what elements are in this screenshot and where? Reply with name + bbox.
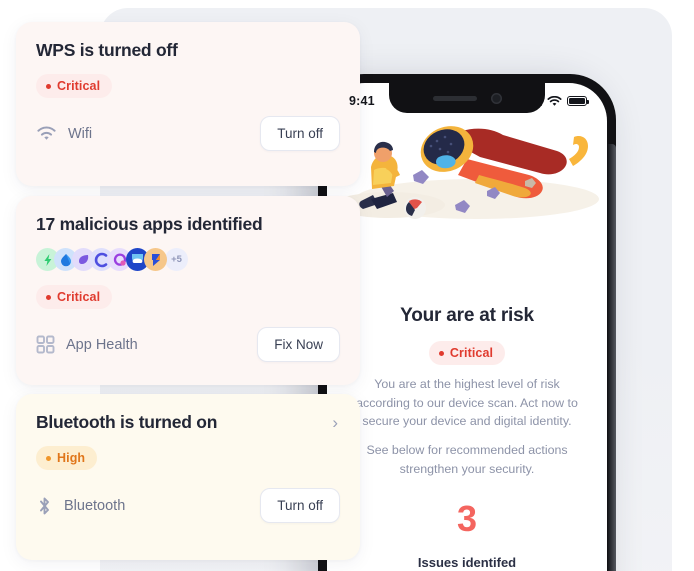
badge-dot-icon: [46, 294, 51, 300]
app-icon-overflow-count: +5: [165, 248, 188, 271]
wifi-icon: [36, 126, 57, 142]
turn-off-button[interactable]: Turn off: [260, 116, 340, 151]
card-footer: Wifi Turn off: [36, 116, 340, 151]
status-badge-critical: Critical: [36, 285, 113, 309]
status-badge-high: High: [36, 446, 98, 470]
risk-badge-container: Critical: [327, 341, 607, 365]
card-title: Bluetooth is turned on: [36, 412, 218, 432]
phone-screen: 9:41 Your are at risk Critical You are a…: [327, 83, 607, 571]
card-source: Wifi: [36, 126, 92, 142]
badge-label: Critical: [57, 290, 101, 304]
badge-label: High: [57, 451, 86, 465]
card-source: Bluetooth: [36, 496, 125, 516]
status-badge-critical: Critical: [428, 341, 506, 365]
card-title: 17 malicious apps identified: [36, 214, 263, 234]
bluetooth-icon: [36, 496, 53, 516]
card-footer: Bluetooth Turn off: [36, 488, 340, 523]
status-badge-critical: Critical: [36, 74, 113, 98]
card-source: App Health: [36, 335, 138, 354]
front-camera-icon: [490, 92, 502, 104]
card-header: WPS is turned off: [36, 40, 340, 74]
phone-notch: [389, 83, 545, 113]
status-time: 9:41: [349, 94, 375, 108]
card-title: WPS is turned off: [36, 40, 178, 60]
alert-card-wps[interactable]: WPS is turned off Critical Wifi Turn off: [16, 22, 360, 186]
badge-dot-icon: [46, 455, 51, 461]
badge-dot-icon: [438, 350, 444, 356]
alert-card-bluetooth[interactable]: Bluetooth is turned on › High Bluetooth …: [16, 394, 360, 560]
alert-card-malicious-apps[interactable]: 17 malicious apps identified +5 Critical…: [16, 196, 360, 385]
risk-description-2: See below for recommended actions streng…: [366, 443, 568, 476]
risk-illustration: [327, 113, 607, 225]
risk-title: Your are at risk: [400, 305, 534, 326]
fix-now-button[interactable]: Fix Now: [257, 327, 340, 362]
app-icon-flag: [144, 248, 167, 271]
chevron-right-icon[interactable]: ›: [332, 412, 340, 431]
issue-count-label: Issues identifed: [417, 555, 517, 570]
card-header: Bluetooth is turned on ›: [36, 412, 340, 446]
card-source-label: App Health: [66, 336, 138, 353]
badge-label: Critical: [57, 79, 101, 93]
app-grid-icon: [36, 335, 55, 354]
badge-dot-icon: [46, 83, 51, 89]
screenshot-root: 9:41 Your are at risk Critical You are a…: [0, 0, 694, 571]
wifi-icon: [547, 95, 562, 107]
badge-label: Critical: [449, 346, 494, 360]
battery-icon: [567, 96, 590, 106]
phone-mockup: 9:41 Your are at risk Critical You are a…: [318, 74, 616, 571]
phone-side-bezel: [607, 144, 616, 571]
card-source-label: Bluetooth: [64, 497, 126, 514]
card-source-label: Wifi: [68, 125, 93, 142]
turn-off-button[interactable]: Turn off: [260, 488, 340, 523]
issue-count: 3: [456, 498, 478, 539]
card-footer: App Health Fix Now: [36, 327, 340, 362]
card-header: 17 malicious apps identified: [36, 214, 340, 248]
app-icon-stack: +5: [36, 248, 340, 271]
risk-description-1: You are at the highest level of risk acc…: [356, 377, 578, 428]
earpiece-speaker-icon: [432, 95, 477, 101]
